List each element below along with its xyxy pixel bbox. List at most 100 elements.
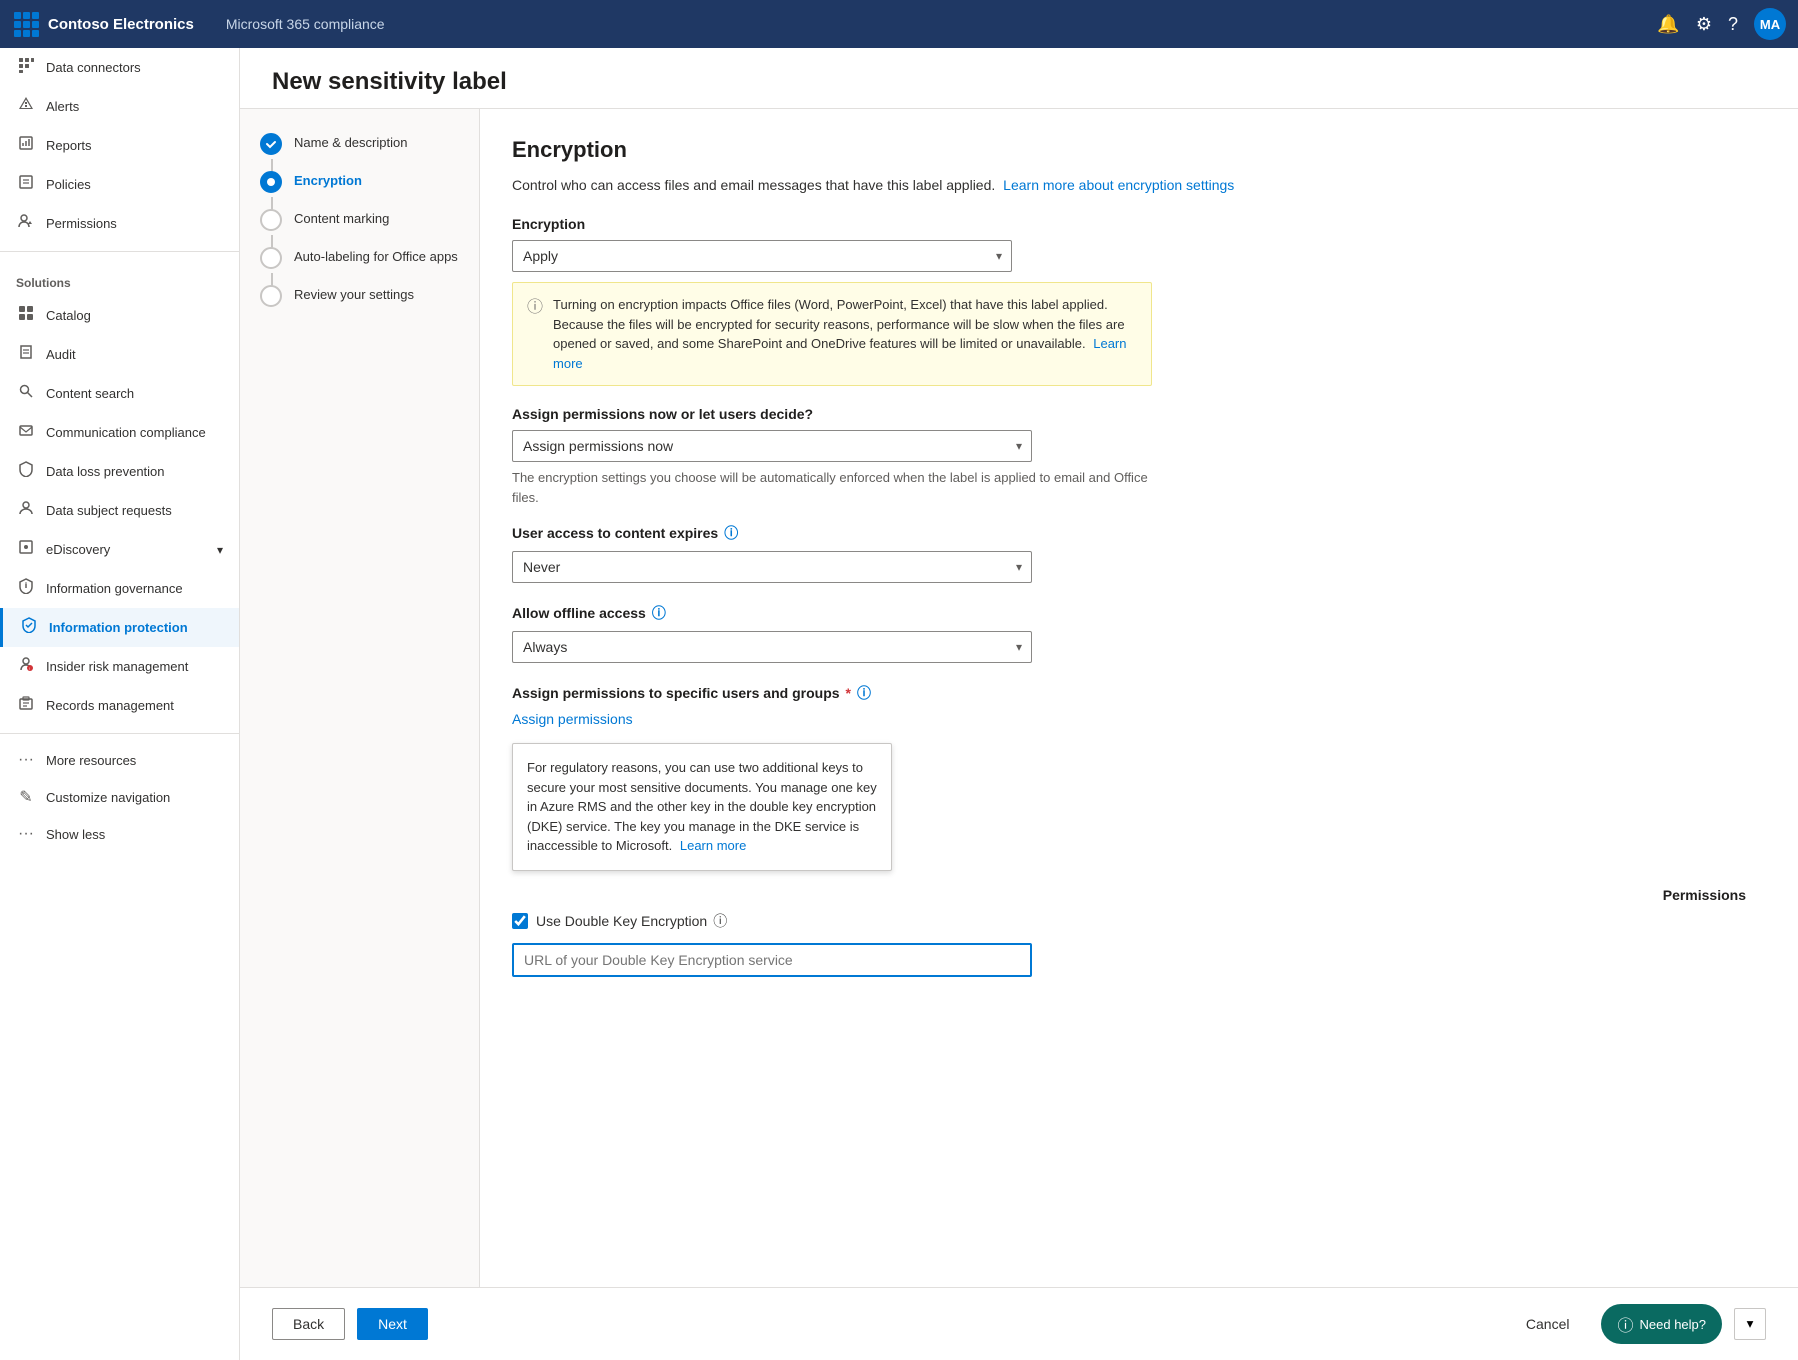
- notifications-icon[interactable]: 🔔: [1657, 14, 1679, 35]
- settings-icon[interactable]: ⚙: [1696, 14, 1712, 35]
- sidebar-label-customize-nav: Customize navigation: [46, 790, 170, 805]
- encryption-label-text: Encryption: [512, 216, 585, 232]
- sidebar-item-data-loss-prevention[interactable]: Data loss prevention: [0, 452, 239, 491]
- scroll-down-button[interactable]: ▾: [1734, 1308, 1766, 1340]
- sidebar-label-insider-risk: Insider risk management: [46, 659, 188, 674]
- page-header: New sensitivity label: [240, 48, 1798, 109]
- dke-label[interactable]: Use Double Key Encryption ⓘ: [536, 911, 727, 931]
- sidebar-label-ediscovery: eDiscovery: [46, 542, 110, 557]
- sidebar-label-more-resources: More resources: [46, 753, 136, 768]
- dke-checkbox-row: Use Double Key Encryption ⓘ: [512, 911, 1766, 931]
- top-navigation: Contoso Electronics Microsoft 365 compli…: [0, 0, 1798, 48]
- assign-perms-link[interactable]: Assign permissions: [512, 711, 633, 727]
- sidebar-item-data-connectors[interactable]: Data connectors: [0, 48, 239, 87]
- page-title: New sensitivity label: [272, 68, 1766, 96]
- sidebar-item-data-subject-requests[interactable]: Data subject requests: [0, 491, 239, 530]
- encryption-dropdown[interactable]: Apply Remove None: [512, 240, 1012, 272]
- step-review: Review your settings: [260, 285, 459, 307]
- wizard-footer: Back Next Cancel ⓘ Need help? ▾: [240, 1287, 1798, 1360]
- sidebar-item-show-less[interactable]: ··· Show less: [0, 816, 239, 852]
- sidebar-item-records-management[interactable]: Records management: [0, 686, 239, 725]
- step-label-auto-labeling: Auto-labeling for Office apps: [294, 247, 458, 264]
- sidebar-item-audit[interactable]: Audit: [0, 335, 239, 374]
- scroll-down-icon: ▾: [1747, 1316, 1754, 1332]
- encryption-select-wrapper: Apply Remove None ▾: [512, 240, 1012, 272]
- step-circle-content-marking: [260, 209, 282, 231]
- main-layout: Data connectors Alerts Reports Policies …: [0, 48, 1798, 1360]
- sidebar-item-permissions[interactable]: Permissions: [0, 204, 239, 243]
- step-circle-name-desc: [260, 133, 282, 155]
- assign-perms-hint: The encryption settings you choose will …: [512, 468, 1152, 507]
- waffle-icon[interactable]: [12, 10, 40, 38]
- dke-checkbox[interactable]: [512, 913, 528, 929]
- form-title: Encryption: [512, 137, 1766, 163]
- sidebar-item-customize-nav[interactable]: ✎ Customize navigation: [0, 778, 239, 816]
- next-button[interactable]: Next: [357, 1308, 428, 1340]
- assign-perms-select-wrapper: Assign permissions now Let users assign …: [512, 430, 1032, 462]
- sidebar-item-ediscovery[interactable]: eDiscovery ▾: [0, 530, 239, 569]
- sidebar-item-reports[interactable]: Reports: [0, 126, 239, 165]
- sidebar: Data connectors Alerts Reports Policies …: [0, 48, 240, 1360]
- app-logo: Contoso Electronics: [12, 10, 214, 38]
- sidebar-label-reports: Reports: [46, 138, 92, 153]
- info-protection-icon: [19, 617, 39, 638]
- sidebar-label-show-less: Show less: [46, 827, 105, 842]
- specific-users-info-icon[interactable]: ⓘ: [857, 683, 871, 703]
- user-avatar[interactable]: MA: [1754, 8, 1786, 40]
- sidebar-item-insider-risk[interactable]: ! Insider risk management: [0, 647, 239, 686]
- user-access-dropdown[interactable]: Never On a specific date A number of day…: [512, 551, 1032, 583]
- sidebar-item-information-protection[interactable]: Information protection: [0, 608, 239, 647]
- sidebar-item-alerts[interactable]: Alerts: [0, 87, 239, 126]
- sidebar-label-audit: Audit: [46, 347, 76, 362]
- step-circle-auto-labeling: [260, 247, 282, 269]
- user-access-select-wrapper: Never On a specific date A number of day…: [512, 551, 1032, 583]
- offline-access-info-icon[interactable]: ⓘ: [652, 603, 666, 623]
- dke-url-input[interactable]: [512, 943, 1032, 977]
- sidebar-item-catalog[interactable]: Catalog: [0, 296, 239, 335]
- sidebar-label-communication-compliance: Communication compliance: [46, 425, 206, 440]
- specific-users-label: Assign permissions to specific users and…: [512, 683, 1766, 703]
- sidebar-label-content-search: Content search: [46, 386, 134, 401]
- step-label-content-marking: Content marking: [294, 209, 389, 226]
- offline-access-dropdown[interactable]: Always Never Only for a number of days: [512, 631, 1032, 663]
- sidebar-item-more-resources[interactable]: ··· More resources: [0, 742, 239, 778]
- customize-nav-icon: ✎: [16, 787, 36, 807]
- product-name: Microsoft 365 compliance: [226, 16, 1646, 32]
- sidebar-item-policies[interactable]: Policies: [0, 165, 239, 204]
- ediscovery-chevron-icon: ▾: [217, 543, 223, 557]
- sidebar-label-alerts: Alerts: [46, 99, 79, 114]
- sidebar-item-information-governance[interactable]: Information governance: [0, 569, 239, 608]
- offline-access-select-wrapper: Always Never Only for a number of days ▾: [512, 631, 1032, 663]
- sidebar-item-content-search[interactable]: Content search: [0, 374, 239, 413]
- cancel-button[interactable]: Cancel: [1506, 1309, 1590, 1339]
- learn-more-encryption-link[interactable]: Learn more about encryption settings: [1003, 177, 1234, 193]
- step-label-name-desc: Name & description: [294, 133, 407, 150]
- required-star: *: [846, 685, 851, 701]
- show-less-icon: ···: [16, 825, 36, 843]
- dke-info-icon[interactable]: ⓘ: [713, 911, 727, 931]
- dlp-icon: [16, 461, 36, 482]
- assign-perms-dropdown[interactable]: Assign permissions now Let users assign …: [512, 430, 1032, 462]
- policies-icon: [16, 174, 36, 195]
- topnav-icons: 🔔 ⚙ ? MA: [1657, 8, 1786, 40]
- back-button[interactable]: Back: [272, 1308, 345, 1340]
- step-content-marking: Content marking: [260, 209, 459, 231]
- permissions-icon: [16, 213, 36, 234]
- need-help-button[interactable]: ⓘ Need help?: [1601, 1304, 1722, 1344]
- sidebar-item-communication-compliance[interactable]: Communication compliance: [0, 413, 239, 452]
- tooltip-box: For regulatory reasons, you can use two …: [512, 743, 892, 871]
- sidebar-label-info-protection: Information protection: [49, 620, 188, 635]
- warning-icon: ⓘ: [527, 296, 543, 373]
- help-icon[interactable]: ?: [1728, 14, 1738, 35]
- sidebar-label-data-connectors: Data connectors: [46, 60, 141, 75]
- more-resources-icon: ···: [16, 751, 36, 769]
- tooltip-learn-more-link[interactable]: Learn more: [680, 838, 746, 853]
- form-description-text: Control who can access files and email m…: [512, 177, 995, 193]
- assign-perms-label: Assign permissions now or let users deci…: [512, 406, 1766, 422]
- ediscovery-icon: [16, 539, 36, 560]
- step-circle-review: [260, 285, 282, 307]
- insider-risk-icon: !: [16, 656, 36, 677]
- user-access-info-icon[interactable]: ⓘ: [724, 523, 738, 543]
- wizard-body: Name & description Encryption Content ma…: [240, 109, 1798, 1287]
- sidebar-label-info-governance: Information governance: [46, 581, 183, 596]
